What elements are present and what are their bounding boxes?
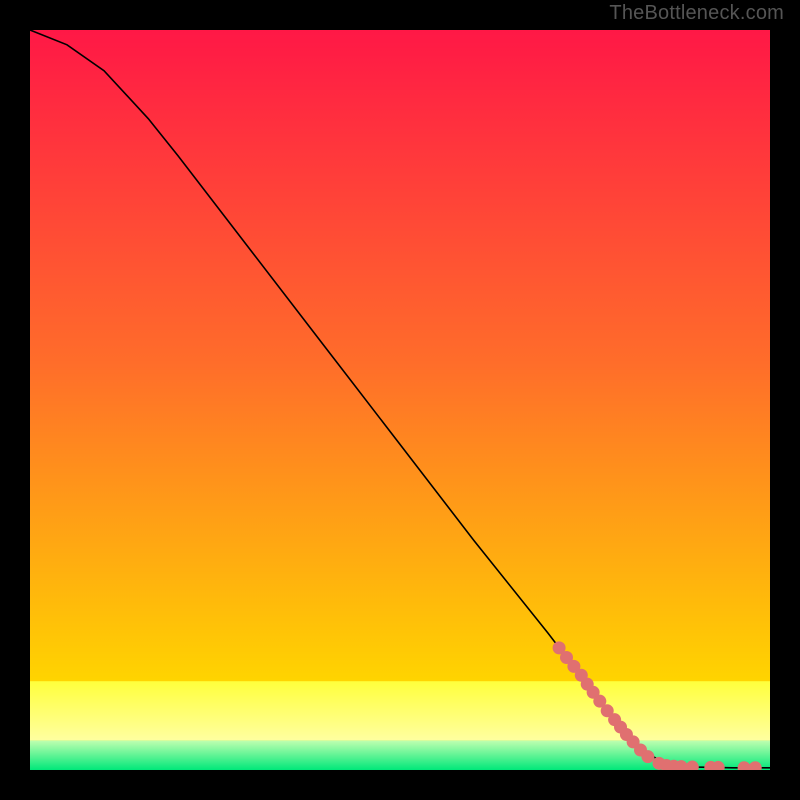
watermark-text: TheBottleneck.com [609,2,784,25]
data-marker [641,750,654,763]
gradient-background [30,30,770,770]
chart-stage: TheBottleneck.com [0,0,800,800]
chart-svg [30,30,770,770]
gradient-bands [30,681,770,770]
color-band [30,681,770,740]
plot-area [30,30,770,770]
